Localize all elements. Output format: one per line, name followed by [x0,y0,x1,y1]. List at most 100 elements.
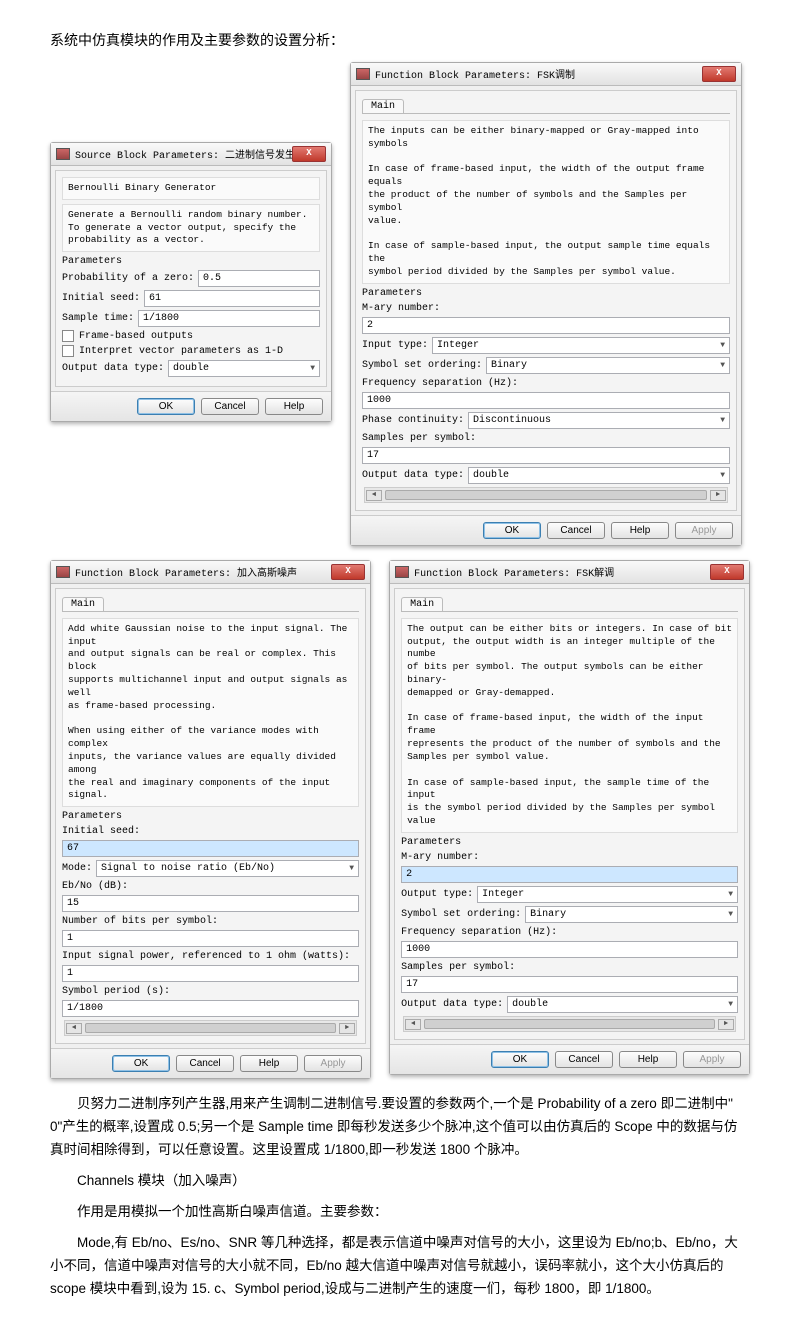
chevron-down-icon: ▼ [728,910,733,919]
symbol-ordering-select[interactable]: Binary▼ [525,906,738,923]
sps-label: Samples per symbol: [362,433,730,444]
freq-sep-input[interactable]: 1000 [401,941,738,958]
ok-button[interactable]: OK [112,1055,170,1072]
block-description: The inputs can be either binary-mapped o… [362,120,730,284]
input-type-label: Input type: [362,340,428,351]
seed-label: Initial seed: [62,826,359,837]
ok-button[interactable]: OK [483,522,541,539]
freq-sep-label: Frequency separation (Hz): [362,378,730,389]
mode-select[interactable]: Signal to noise ratio (Eb/No)▼ [96,860,359,877]
mary-input[interactable]: 2 [362,317,730,334]
titlebar[interactable]: Function Block Parameters: 加入高斯噪声 X [51,561,370,584]
output-type-select[interactable]: Integer▼ [477,886,738,903]
help-button[interactable]: Help [611,522,669,539]
seed-input[interactable]: 61 [144,290,320,307]
tab-main[interactable]: Main [362,99,404,113]
nbps-input[interactable]: 1 [62,930,359,947]
close-icon[interactable]: X [292,146,326,162]
chevron-down-icon: ▼ [720,361,725,370]
titlebar[interactable]: Function Block Parameters: FSK调制 X [351,63,741,86]
apply-button[interactable]: Apply [304,1055,362,1072]
isp-input[interactable]: 1 [62,965,359,982]
sps-input[interactable]: 17 [401,976,738,993]
paragraph-3: 作用是用模拟一个加性高斯白噪声信道。主要参数： [50,1201,750,1224]
symbol-ordering-label: Symbol set ordering: [362,360,482,371]
mary-label: M-ary number: [362,303,730,314]
input-type-select[interactable]: Integer▼ [432,337,730,354]
cancel-button[interactable]: Cancel [201,398,259,415]
parameters-label: Parameters [62,256,320,267]
close-icon[interactable]: X [710,564,744,580]
mary-input[interactable]: 2 [401,866,738,883]
chevron-down-icon: ▼ [720,341,725,350]
cancel-button[interactable]: Cancel [555,1051,613,1068]
ebno-label: Eb/No (dB): [62,881,359,892]
parameters-label: Parameters [62,811,359,822]
app-icon [56,148,70,160]
body-text: 贝努力二进制序列产生器,用来产生调制二进制信号.要设置的参数两个,一个是 Pro… [50,1093,750,1301]
symbol-ordering-select[interactable]: Binary▼ [486,357,730,374]
output-datatype-label: Output data type: [401,999,503,1010]
seed-input[interactable]: 67 [62,840,359,857]
apply-button[interactable]: Apply [675,522,733,539]
output-type-label: Output type: [401,889,473,900]
dialog-fsk-demod: Function Block Parameters: FSK解调 X Main … [389,560,750,1075]
output-datatype-select[interactable]: double▼ [168,360,320,377]
chevron-down-icon: ▼ [728,890,733,899]
block-description: Generate a Bernoulli random binary numbe… [62,204,320,252]
titlebar[interactable]: Function Block Parameters: FSK解调 X [390,561,749,584]
symbol-ordering-label: Symbol set ordering: [401,909,521,920]
close-icon[interactable]: X [702,66,736,82]
h-scrollbar[interactable]: ◄► [364,487,728,503]
parameters-label: Parameters [362,288,730,299]
dialog-title: Function Block Parameters: FSK解调 [414,564,710,580]
sps-label: Samples per symbol: [401,962,738,973]
frame-based-checkbox[interactable]: Frame-based outputs [62,330,320,342]
cancel-button[interactable]: Cancel [547,522,605,539]
sp-input[interactable]: 1/1800 [62,1000,359,1017]
freq-sep-input[interactable]: 1000 [362,392,730,409]
chevron-down-icon: ▼ [310,364,315,373]
chevron-down-icon: ▼ [349,864,354,873]
sampletime-input[interactable]: 1/1800 [138,310,320,327]
freq-sep-label: Frequency separation (Hz): [401,927,738,938]
app-icon [356,68,370,80]
ok-button[interactable]: OK [137,398,195,415]
help-button[interactable]: Help [619,1051,677,1068]
output-datatype-select[interactable]: double▼ [468,467,730,484]
page-heading: 系统中仿真模块的作用及主要参数的设置分析： [50,30,750,50]
help-button[interactable]: Help [265,398,323,415]
h-scrollbar[interactable]: ◄► [64,1020,357,1036]
mode-label: Mode: [62,863,92,874]
dialog-gaussian-noise: Function Block Parameters: 加入高斯噪声 X Main… [50,560,371,1079]
close-icon[interactable]: X [331,564,365,580]
ebno-input[interactable]: 15 [62,895,359,912]
block-description: Add white Gaussian noise to the input si… [62,618,359,807]
chevron-down-icon: ▼ [720,416,725,425]
prob-input[interactable]: 0.5 [198,270,320,287]
app-icon [395,566,409,578]
isp-label: Input signal power, referenced to 1 ohm … [62,951,359,962]
parameters-label: Parameters [401,837,738,848]
titlebar[interactable]: Source Block Parameters: 二进制信号发生器 X [51,143,331,166]
dialog-title: Function Block Parameters: FSK调制 [375,66,702,82]
ok-button[interactable]: OK [491,1051,549,1068]
help-button[interactable]: Help [240,1055,298,1072]
tab-main[interactable]: Main [401,597,443,611]
sps-input[interactable]: 17 [362,447,730,464]
cancel-button[interactable]: Cancel [176,1055,234,1072]
dialog-fsk-mod: Function Block Parameters: FSK调制 X Main … [350,62,742,546]
paragraph-2: Channels 模块（加入噪声） [50,1170,750,1193]
apply-button[interactable]: Apply [683,1051,741,1068]
interpret-vector-checkbox[interactable]: Interpret vector parameters as 1-D [62,345,320,357]
phase-cont-select[interactable]: Discontinuous▼ [468,412,730,429]
output-datatype-label: Output data type: [362,470,464,481]
sp-label: Symbol period (s): [62,986,359,997]
tab-main[interactable]: Main [62,597,104,611]
mary-label: M-ary number: [401,852,738,863]
block-name: Bernoulli Binary Generator [62,177,320,200]
h-scrollbar[interactable]: ◄► [403,1016,736,1032]
output-datatype-select[interactable]: double▼ [507,996,738,1013]
prob-label: Probability of a zero: [62,273,194,284]
app-icon [56,566,70,578]
